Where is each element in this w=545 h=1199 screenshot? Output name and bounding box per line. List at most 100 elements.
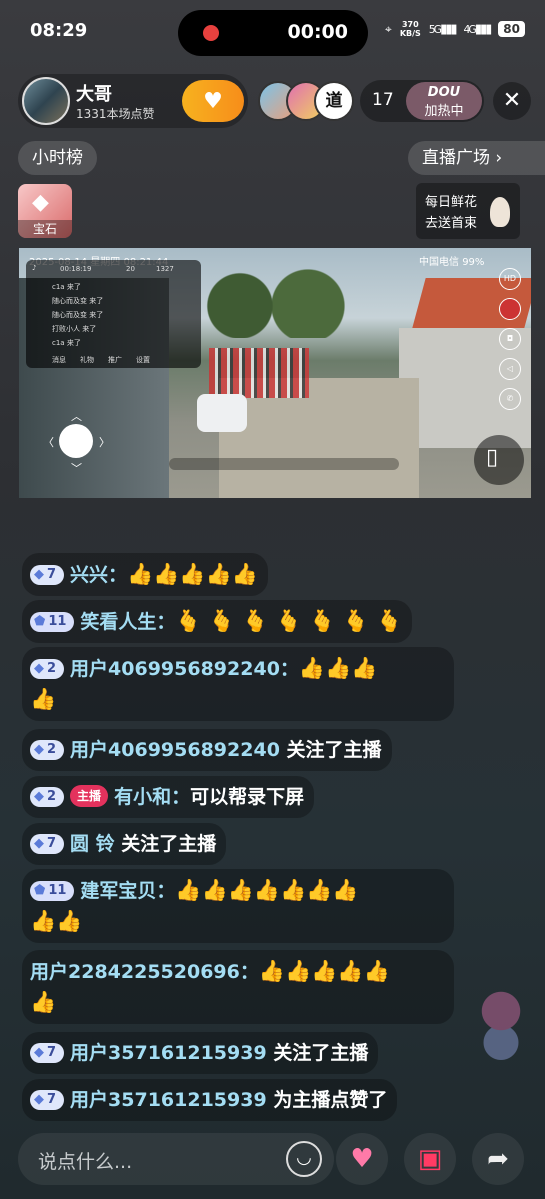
signal-4g-icon: 4G▮▮▮ [463, 21, 493, 37]
emoji-thumbs: 👍👍👍👍👍 [127, 562, 258, 586]
video-inner-overlay: ♪ 00:18:19 20 1327 c1a 来了 随心而及变 来了 随心而及变… [26, 260, 201, 368]
net-speed-value: 370 [401, 20, 419, 29]
share-button[interactable]: ➦ [472, 1133, 524, 1185]
host-likes: 1331本场点赞 [76, 107, 155, 121]
live-square-label: 直播广场 [422, 148, 490, 168]
chat-user[interactable]: 笑看人生： [80, 611, 175, 633]
record-time: 00:00 [287, 21, 348, 43]
chat-user[interactable]: 用户4069956892240： [70, 658, 299, 680]
chat-user[interactable]: 兴兴： [70, 564, 127, 586]
level-badge: ⬟ 11 [30, 612, 75, 632]
level-badge: ◆ 7 [30, 1043, 65, 1063]
viewer-count: 17 [372, 90, 394, 110]
follow-button[interactable]: ♥ [182, 80, 244, 122]
chat-message[interactable]: ⬟ 11 笑看人生：🫰 🫰 🫰 🫰 🫰 🫰 🫰 [22, 600, 413, 643]
comment-input[interactable]: 说点什么... ◡ [18, 1133, 334, 1185]
flower-line2: 去送首束 [425, 216, 478, 231]
video-battery: 99% [462, 257, 485, 268]
chat-user[interactable]: 用户357161215939 [70, 1042, 267, 1064]
tiktok-logo-icon: ♪ [32, 264, 37, 272]
chat-message[interactable]: ◆ 2 用户4069956892240 关注了主播 [22, 729, 392, 771]
diamond-icon: ◆ [34, 742, 44, 757]
video-hd-icon: HD [499, 268, 521, 290]
chat-message[interactable]: ◆ 7 用户357161215939 为主播点赞了 [22, 1079, 398, 1121]
gift-button[interactable]: ▣ [404, 1133, 456, 1185]
chat-message[interactable]: ◆ 7 用户357161215939 关注了主播 [22, 1032, 379, 1074]
smile-icon[interactable]: ◡ [286, 1141, 322, 1177]
overlay-tab: 消息 [52, 356, 66, 364]
arrow-down-icon: ﹀ [71, 462, 82, 475]
share-icon: ➦ [487, 1144, 509, 1174]
level-badge: ⬟ 11 [30, 881, 75, 901]
host-name: 大哥 [76, 84, 112, 105]
joystick-knob [59, 424, 93, 458]
heart-button[interactable]: ♥ [336, 1133, 388, 1185]
chat-message[interactable]: ⬟ 11 建军宝贝：👍👍👍👍👍👍👍 👍👍 [22, 869, 454, 943]
diamond-icon: ◆ [34, 661, 44, 676]
screen-record-pill[interactable]: 00:00 [178, 10, 368, 56]
chat-message[interactable]: ◆ 2 用户4069956892240：👍👍👍 👍 [22, 647, 454, 721]
level-number: 7 [47, 1045, 57, 1060]
viewer-avatar[interactable]: 道 [314, 81, 354, 121]
rotate-screen-button[interactable]: ▯ [474, 435, 524, 485]
chat-user[interactable]: 用户357161215939 [70, 1089, 267, 1111]
overlay-tab: 礼物 [80, 356, 94, 364]
emoji-thumbs: 👍 [30, 990, 57, 1014]
chat-user[interactable]: 圆 铃 [70, 833, 115, 855]
diamond-icon: ◆ [34, 789, 44, 804]
promo-label: 加热中 [424, 104, 464, 119]
video-likes: 20 [126, 265, 135, 273]
viewer-avatar-text: 道 [325, 91, 343, 111]
arrow-right-icon: 〉 [99, 436, 110, 449]
plus-heart-icon: ♥ [203, 88, 223, 114]
live-video[interactable]: 2025-08-14 星期四 08:21:44 中国电信 99% ♪ 00:18… [19, 248, 531, 498]
overlay-tab: 推广 [108, 356, 122, 364]
chat-text: 为主播点赞了 [266, 1089, 388, 1111]
diamond-icon: ◆ [34, 1092, 44, 1107]
net-speed-unit: KB/S [399, 29, 421, 38]
video-carrier: 中国电信 99% [419, 253, 484, 268]
diamond-icon: ⬟ [34, 614, 46, 629]
video-trees [189, 258, 359, 338]
chat-user[interactable]: 用户4069956892240 [70, 739, 280, 761]
chat-text: 关注了主播 [279, 739, 382, 761]
level-badge: ◆ 2 [30, 787, 65, 807]
level-number: 2 [47, 742, 57, 757]
chat-message[interactable]: ◆ 7 兴兴：👍👍👍👍👍 [22, 553, 268, 596]
level-number: 7 [47, 1092, 57, 1107]
network-4g-label: 4G [463, 22, 477, 36]
chat-message[interactable]: ◆ 2 主播 有小和：可以帮录下屏 [22, 776, 315, 818]
viewer-count-pill[interactable]: 17 DOU 加热中 [360, 80, 484, 122]
chat-message[interactable]: 用户2284225520696：👍👍👍👍👍 👍 [22, 950, 454, 1024]
chat-message[interactable]: ◆ 7 圆 铃 关注了主播 [22, 823, 227, 865]
signal-5g-icon: 5G▮▮▮ [428, 21, 458, 37]
gem-box[interactable]: ◆ 宝石 [18, 184, 72, 238]
phone-rotate-icon: ▯ [486, 445, 499, 470]
emoji-thumbs: 👍👍 [30, 909, 83, 933]
top-viewers[interactable]: 道 [258, 80, 358, 122]
level-badge: ◆ 7 [30, 834, 65, 854]
emoji-thumbs: 👍👍👍👍👍👍👍 [175, 878, 359, 902]
live-square-chip[interactable]: 直播广场 › [408, 141, 545, 175]
close-icon: ✕ [502, 88, 522, 113]
heart-icon: ♥ [350, 1144, 374, 1174]
overlay-chat-line: c1a 来了 [52, 283, 81, 291]
level-number: 2 [47, 661, 57, 676]
chat-user[interactable]: 用户2284225520696： [30, 961, 259, 983]
chat-user[interactable]: 建军宝贝： [80, 880, 175, 902]
level-number: 11 [48, 614, 67, 629]
level-number: 7 [47, 567, 57, 582]
host-avatar[interactable] [22, 77, 70, 125]
daily-flower-card[interactable]: 每日鲜花 去送首束 [416, 183, 520, 239]
hourly-rank-chip[interactable]: 小时榜 [18, 141, 97, 175]
chat-text: 可以帮录下屏 [190, 786, 305, 808]
gem-icon: ◆ [32, 190, 49, 215]
dou-promo-badge[interactable]: DOU 加热中 [406, 82, 482, 120]
close-button[interactable]: ✕ [493, 82, 531, 120]
clock: 08:29 [30, 20, 88, 41]
emoji-hearts: 🫰 🫰 🫰 🫰 🫰 🫰 🫰 [175, 609, 403, 633]
net-speed: 370 KB/S [400, 20, 421, 38]
chat-text: 关注了主播 [266, 1042, 369, 1064]
diamond-icon: ◆ [34, 836, 44, 851]
chat-user[interactable]: 有小和： [114, 786, 190, 808]
